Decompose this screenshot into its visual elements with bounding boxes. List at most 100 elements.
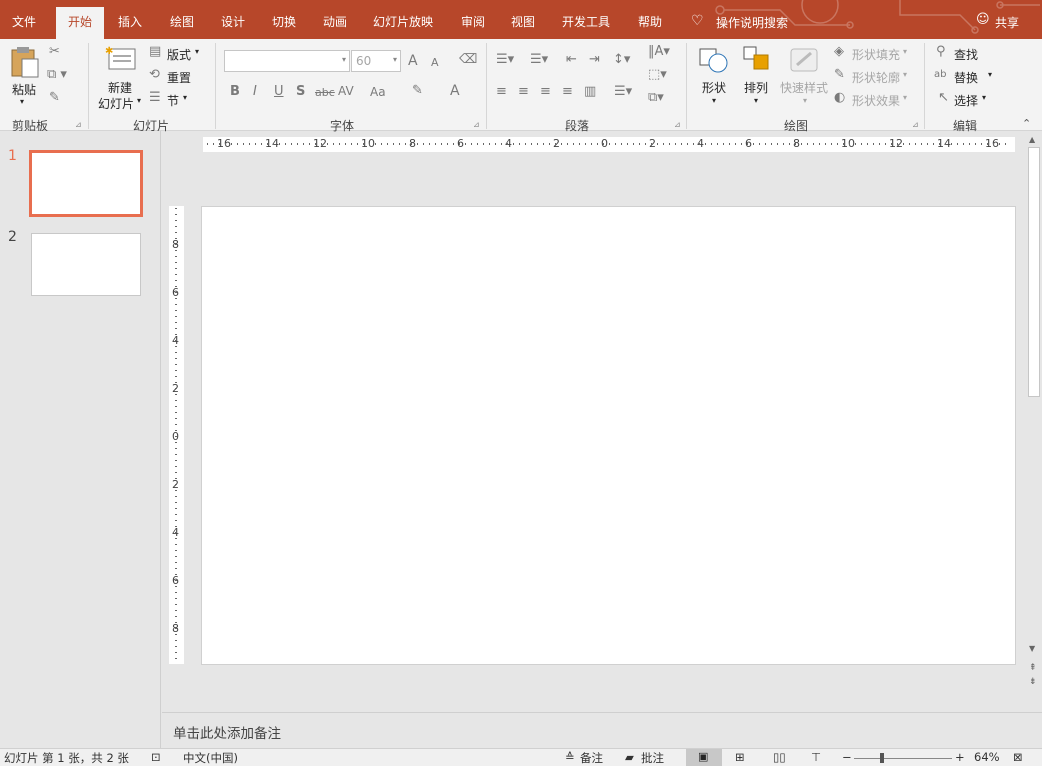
shrink-font-icon[interactable]: A bbox=[431, 55, 439, 71]
justify-icon[interactable]: ≡ bbox=[562, 84, 573, 100]
font-launcher-icon[interactable]: ⊿ bbox=[473, 120, 482, 129]
underline-button[interactable]: U bbox=[274, 84, 284, 100]
font-color-button[interactable]: A bbox=[450, 83, 460, 99]
decrease-indent-icon[interactable]: ⇤ bbox=[566, 52, 577, 68]
scrollbar-thumb[interactable] bbox=[1028, 147, 1040, 397]
slide-sorter-icon[interactable]: ⊞ bbox=[735, 750, 745, 764]
next-slide-icon[interactable]: ⇟ bbox=[1029, 677, 1037, 687]
share-button[interactable]: 共享 bbox=[995, 14, 1019, 31]
clear-format-icon[interactable]: ⌫ bbox=[459, 52, 477, 68]
align-left-icon[interactable]: ≡ bbox=[496, 84, 507, 100]
smartart-icon[interactable]: ⧉▾ bbox=[648, 90, 664, 106]
spellcheck-icon[interactable]: ⊡ bbox=[151, 750, 161, 764]
ruler-tick bbox=[525, 143, 526, 145]
tab-11[interactable]: 帮助 bbox=[626, 0, 674, 39]
vertical-scrollbar[interactable]: ▲ ▼ ⇞ ⇟ bbox=[1026, 131, 1042, 691]
reset-button[interactable]: 重置 bbox=[167, 69, 191, 86]
collapse-ribbon-icon[interactable]: ⌃ bbox=[1022, 117, 1031, 130]
bullets-icon[interactable]: ☰▾ bbox=[496, 52, 514, 68]
previous-slide-icon[interactable]: ⇞ bbox=[1029, 663, 1037, 673]
bold-button[interactable]: B bbox=[230, 84, 240, 100]
layout-button[interactable]: 版式 bbox=[167, 46, 191, 63]
person-icon: ☺ bbox=[976, 12, 990, 27]
drawing-launcher-icon[interactable]: ⊿ bbox=[912, 120, 921, 129]
increase-indent-icon[interactable]: ⇥ bbox=[589, 52, 600, 68]
tab-1[interactable]: 开始 bbox=[56, 7, 104, 39]
paint-bucket-icon: ◈ bbox=[834, 44, 844, 59]
format-painter-icon[interactable]: ✎ bbox=[49, 90, 60, 106]
tab-9[interactable]: 视图 bbox=[498, 0, 548, 39]
strikethrough-button[interactable]: abc bbox=[315, 85, 335, 101]
ruler-tick bbox=[651, 143, 652, 145]
find-button[interactable]: 查找 bbox=[954, 46, 978, 63]
zoom-out-icon[interactable]: − bbox=[842, 750, 852, 764]
new-slide-button[interactable]: ✱ 新建 幻灯片 ▾ bbox=[96, 43, 146, 113]
numbering-icon[interactable]: ☰▾ bbox=[530, 52, 548, 68]
clipboard-launcher-icon[interactable]: ⊿ bbox=[75, 120, 84, 129]
tab-6[interactable]: 动画 bbox=[311, 0, 359, 39]
replace-button[interactable]: 替换 bbox=[954, 69, 978, 86]
comments-toggle-button[interactable]: 批注 bbox=[641, 750, 664, 766]
ruler-tick bbox=[813, 143, 814, 145]
tab-10[interactable]: 开发工具 bbox=[550, 0, 622, 39]
char-spacing-button[interactable]: AV bbox=[338, 83, 354, 99]
font-family-box[interactable]: ▾ bbox=[224, 50, 350, 72]
align-right-icon[interactable]: ≡ bbox=[540, 84, 551, 100]
zoom-in-icon[interactable]: + bbox=[955, 750, 965, 764]
text-direction-icon[interactable]: ‖A▾ bbox=[648, 44, 670, 60]
ruler-tick bbox=[375, 143, 376, 145]
shape-fill-button[interactable]: 形状填充 bbox=[852, 46, 900, 63]
quick-styles-button[interactable]: 快速样式 ▾ bbox=[779, 43, 831, 109]
scroll-down-icon[interactable]: ▼ bbox=[1029, 644, 1035, 653]
ruler-tick bbox=[175, 394, 177, 395]
tab-8[interactable]: 审阅 bbox=[448, 0, 498, 39]
tab-4[interactable]: 设计 bbox=[209, 0, 257, 39]
highlight-icon[interactable]: ✎ bbox=[412, 83, 423, 99]
italic-button[interactable]: I bbox=[253, 84, 257, 100]
language-indicator[interactable]: 中文(中国) bbox=[183, 750, 238, 766]
zoom-slider[interactable] bbox=[854, 758, 952, 759]
zoom-level[interactable]: 64% bbox=[974, 750, 1000, 764]
slideshow-icon[interactable]: ⊤ bbox=[811, 750, 821, 764]
tab-7[interactable]: 幻灯片放映 bbox=[362, 0, 444, 39]
copy-icon[interactable]: ⧉ ▾ bbox=[47, 67, 67, 83]
line-spacing-icon[interactable]: ↕▾ bbox=[613, 52, 630, 68]
paragraph-launcher-icon[interactable]: ⊿ bbox=[674, 120, 683, 129]
slide-canvas[interactable] bbox=[201, 206, 1016, 665]
fit-to-window-icon[interactable]: ⊠ bbox=[1013, 750, 1023, 764]
tab-3[interactable]: 绘图 bbox=[158, 0, 206, 39]
normal-view-button[interactable]: ▣ bbox=[686, 749, 722, 766]
section-button[interactable]: 节 bbox=[167, 92, 179, 109]
select-button[interactable]: 选择 bbox=[954, 92, 978, 109]
cut-icon[interactable]: ✂ bbox=[49, 44, 60, 60]
tab-0[interactable]: 文件 bbox=[0, 0, 48, 39]
columns-icon[interactable]: ☰▾ bbox=[614, 84, 632, 100]
scroll-up-icon[interactable]: ▲ bbox=[1029, 135, 1035, 144]
ruler-tick bbox=[687, 143, 688, 145]
tab-2[interactable]: 插入 bbox=[107, 0, 153, 39]
arrange-button[interactable]: 排列 ▾ bbox=[738, 43, 778, 109]
notes-pane[interactable]: 单击此处添加备注 bbox=[162, 712, 1042, 748]
slide-thumbnail-2[interactable] bbox=[31, 233, 141, 296]
ruler-tick bbox=[435, 143, 436, 145]
tell-me-search[interactable]: 操作说明搜索 bbox=[716, 14, 788, 31]
tab-5[interactable]: 切换 bbox=[260, 0, 308, 39]
change-case-button[interactable]: Aa bbox=[370, 84, 386, 100]
ruler-tick bbox=[175, 574, 177, 575]
shapes-button[interactable]: 形状 ▾ bbox=[694, 43, 734, 109]
font-size-box[interactable]: 60 ▾ bbox=[351, 50, 401, 72]
shadow-button[interactable]: S bbox=[296, 84, 305, 100]
reading-view-icon[interactable]: ▯▯ bbox=[773, 750, 786, 764]
distribute-icon[interactable]: ▥ bbox=[584, 84, 596, 100]
paste-button[interactable]: 粘贴 ▾ bbox=[6, 43, 44, 109]
align-center-icon[interactable]: ≡ bbox=[518, 84, 529, 100]
notes-toggle-button[interactable]: 备注 bbox=[580, 750, 603, 766]
ruler-tick bbox=[543, 143, 544, 145]
grow-font-icon[interactable]: A bbox=[408, 53, 418, 69]
shape-effects-button[interactable]: 形状效果 bbox=[852, 92, 900, 109]
align-text-icon[interactable]: ⬚▾ bbox=[648, 67, 667, 83]
ruler-tick bbox=[393, 143, 394, 145]
shape-outline-button[interactable]: 形状轮廓 bbox=[852, 69, 900, 86]
zoom-slider-handle[interactable] bbox=[880, 753, 884, 763]
slide-thumbnail-1[interactable] bbox=[29, 150, 143, 217]
